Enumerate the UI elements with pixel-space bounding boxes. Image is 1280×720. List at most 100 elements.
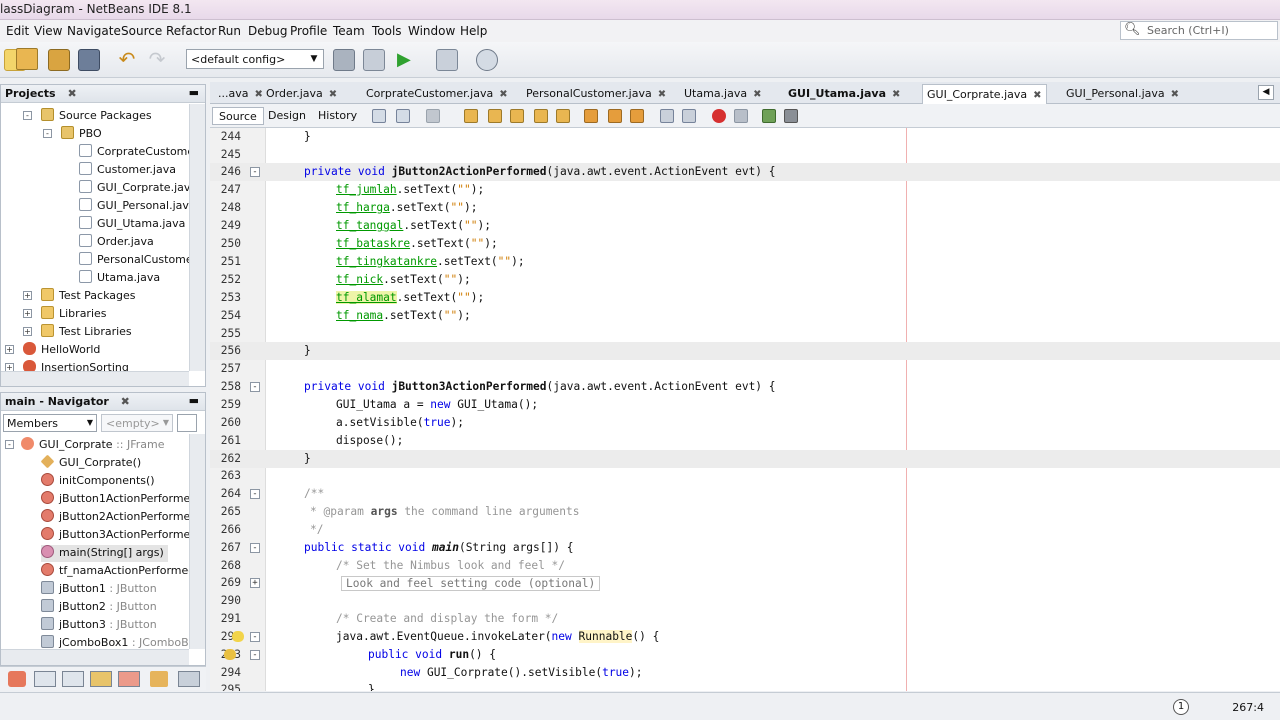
- close-icon[interactable]: ✖: [1033, 90, 1041, 101]
- tab-gui-personal[interactable]: GUI_Personal.java ✖: [1062, 84, 1183, 104]
- tree-toggle[interactable]: -: [43, 129, 52, 138]
- back-icon[interactable]: [396, 109, 410, 123]
- toggle-bookmark-icon[interactable]: [630, 109, 644, 123]
- tree-item-libraries[interactable]: Libraries: [41, 306, 107, 323]
- toggle-highlight-icon[interactable]: [534, 109, 548, 123]
- fold-toggle[interactable]: -: [250, 489, 260, 499]
- tree-item-corpratecustomer[interactable]: CorprateCustomer: [79, 144, 199, 161]
- tree-item-gui-personal[interactable]: GUI_Personal.java: [79, 198, 196, 215]
- filter-icon[interactable]: [62, 671, 84, 687]
- tree-toggle[interactable]: -: [23, 111, 32, 120]
- tree-item-test-packages[interactable]: Test Packages: [41, 288, 135, 305]
- tree-toggle[interactable]: +: [5, 345, 14, 354]
- debug-icon[interactable]: [436, 49, 458, 71]
- menu-run[interactable]: Run: [218, 24, 241, 38]
- minimize-icon[interactable]: ▬: [189, 394, 199, 407]
- nav-item-class[interactable]: GUI_Corprate :: JFrame: [21, 437, 165, 454]
- menu-view[interactable]: View: [34, 24, 62, 38]
- filter-icon[interactable]: [34, 671, 56, 687]
- projects-scrollbar[interactable]: [189, 104, 205, 371]
- fold-toggle[interactable]: -: [250, 167, 260, 177]
- config-select[interactable]: <default config> ▼: [186, 49, 324, 69]
- tab-gui-utama[interactable]: GUI_Utama.java ✖: [784, 84, 904, 104]
- tab-utama[interactable]: Utama.java ✖: [680, 84, 766, 104]
- close-icon[interactable]: ✖: [658, 89, 666, 100]
- close-icon[interactable]: ✖: [329, 89, 337, 100]
- run-icon[interactable]: ▶: [397, 49, 419, 71]
- find-next-icon[interactable]: [510, 109, 524, 123]
- tab-ava[interactable]: ...ava ✖: [214, 84, 267, 104]
- close-icon[interactable]: ✖: [753, 89, 761, 100]
- empty-select[interactable]: <empty> ▼: [101, 414, 173, 432]
- tree-toggle[interactable]: +: [23, 327, 32, 336]
- open-project-icon[interactable]: [48, 49, 70, 71]
- search-input[interactable]: Search (Ctrl+I): [1147, 24, 1229, 37]
- tree-item-test-libraries[interactable]: Test Libraries: [41, 324, 132, 341]
- nav-item-field[interactable]: jButton3 : JButton: [41, 617, 157, 634]
- next-bookmark-icon[interactable]: [608, 109, 622, 123]
- tree-item-pbo[interactable]: PBO: [61, 126, 102, 143]
- nav-item-method[interactable]: jButton2ActionPerformed(: [41, 509, 202, 526]
- minimize-icon[interactable]: ▬: [189, 86, 199, 99]
- close-icon[interactable]: ✖: [121, 395, 130, 408]
- fold-toggle[interactable]: -: [250, 632, 260, 642]
- history-view-button[interactable]: History: [312, 107, 363, 125]
- tree-item-gui-utama[interactable]: GUI_Utama.java: [79, 216, 185, 233]
- menu-team[interactable]: Team: [333, 24, 365, 38]
- filter-icon[interactable]: [178, 671, 200, 687]
- fold-toggle[interactable]: -: [250, 382, 260, 392]
- shift-left-icon[interactable]: [660, 109, 674, 123]
- tree-item-personalcustomer[interactable]: PersonalCustomer: [79, 252, 197, 269]
- folded-code-block[interactable]: Look and feel setting code (optional): [341, 576, 601, 591]
- tree-toggle[interactable]: +: [23, 291, 32, 300]
- undo-icon[interactable]: ↶: [116, 49, 138, 71]
- design-view-button[interactable]: Design: [262, 107, 312, 125]
- filter-icon[interactable]: [90, 671, 112, 687]
- tab-order[interactable]: Order.java ✖: [262, 84, 341, 104]
- tree-item-helloworld[interactable]: HelloWorld: [23, 342, 100, 359]
- menu-window[interactable]: Window: [408, 24, 455, 38]
- fold-toggle[interactable]: -: [250, 650, 260, 660]
- tree-item-order[interactable]: Order.java: [79, 234, 154, 251]
- clean-build-icon[interactable]: [363, 49, 385, 71]
- menu-debug[interactable]: Debug: [248, 24, 287, 38]
- menu-tools[interactable]: Tools: [372, 24, 402, 38]
- fold-toggle[interactable]: +: [250, 578, 260, 588]
- profile-icon[interactable]: [476, 49, 498, 71]
- tab-list-icon[interactable]: ◀: [1258, 85, 1274, 100]
- tree-toggle[interactable]: +: [23, 309, 32, 318]
- menu-source[interactable]: Source: [121, 24, 162, 38]
- new-project-icon[interactable]: [16, 48, 38, 70]
- menu-navigate[interactable]: Navigate: [67, 24, 121, 38]
- search-box[interactable]: 🔍︎ Search (Ctrl+I): [1120, 21, 1278, 40]
- source-view-button[interactable]: Source: [212, 107, 264, 125]
- navigator-hscrollbar[interactable]: [1, 649, 189, 665]
- tab-personalcustomer[interactable]: PersonalCustomer.java ✖: [522, 84, 670, 104]
- record-macro-icon[interactable]: [712, 109, 726, 123]
- prev-bookmark-icon[interactable]: [584, 109, 598, 123]
- find-icon[interactable]: [464, 109, 478, 123]
- projects-hscrollbar[interactable]: [1, 371, 189, 386]
- stop-macro-icon[interactable]: [734, 109, 748, 123]
- filter-icon[interactable]: [8, 671, 26, 687]
- nav-item-field[interactable]: jButton1 : JButton: [41, 581, 157, 598]
- find-previous-icon[interactable]: [488, 109, 502, 123]
- lightbulb-hint-icon[interactable]: [232, 631, 244, 642]
- navigator-options-icon[interactable]: [177, 414, 197, 432]
- close-icon[interactable]: ✖: [499, 89, 507, 100]
- nav-item-method[interactable]: jButton3ActionPerformed(: [41, 527, 202, 544]
- save-all-icon[interactable]: [78, 49, 100, 71]
- navigator-scrollbar[interactable]: [189, 434, 205, 649]
- nav-item-method-selected[interactable]: main(String[] args): [41, 545, 168, 562]
- shift-right-icon[interactable]: [682, 109, 696, 123]
- tab-gui-corprate[interactable]: GUI_Corprate.java ✖: [922, 84, 1047, 104]
- comment-icon[interactable]: [762, 109, 776, 123]
- build-icon[interactable]: [333, 49, 355, 71]
- menu-edit[interactable]: Edit: [6, 24, 29, 38]
- tree-item-customer[interactable]: Customer.java: [79, 162, 176, 179]
- fold-toggle[interactable]: -: [250, 543, 260, 553]
- close-icon[interactable]: ✖: [1171, 89, 1179, 100]
- code-editor[interactable]: 244} 245 246- private void jButton2Action…: [210, 128, 1280, 691]
- tree-toggle[interactable]: -: [5, 440, 14, 449]
- nav-item-method[interactable]: tf_namaActionPerformed(: [41, 563, 200, 580]
